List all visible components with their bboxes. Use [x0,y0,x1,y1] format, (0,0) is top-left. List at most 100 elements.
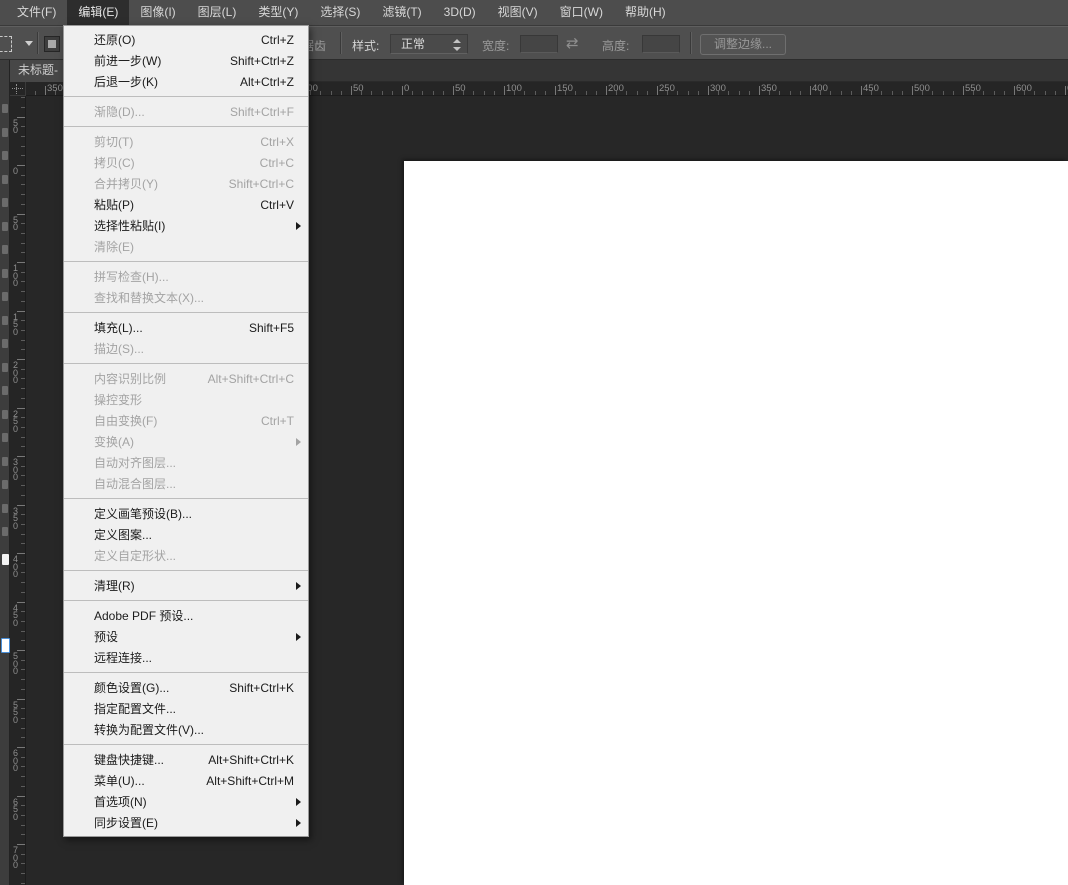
menu-item-copy-merged: 合并拷贝(Y) Shift+Ctrl+C [64,173,308,194]
tool-icon-fragment[interactable] [2,292,8,301]
ruler-tick [21,174,25,176]
ruler-tick [1014,86,1015,95]
menu-item-undo[interactable]: 还原(O) Ctrl+Z [64,29,308,50]
menubar-item-type[interactable]: 类型(Y) [247,0,309,25]
menubar-item-view[interactable]: 视图(V) [487,0,549,25]
menu-item-shortcut: Shift+Ctrl+C [228,176,294,191]
menubar-item-help[interactable]: 帮助(H) [614,0,677,25]
document-tab[interactable]: 未标题- [10,60,64,82]
tool-icon-fragment[interactable] [2,554,9,565]
style-select[interactable]: 正常 [390,34,468,54]
refine-edge-button[interactable]: 调整边缘... [700,34,786,55]
ruler-tick [616,91,618,95]
tool-icon-fragment[interactable] [2,457,8,466]
ruler-tick [21,727,25,729]
menu-item-define-brush-preset[interactable]: 定义画笔预设(B)... [64,503,308,524]
menubar-item-3d[interactable]: 3D(D) [433,0,487,25]
tool-icon-fragment[interactable] [2,151,8,160]
tool-icon-fragment[interactable] [2,410,8,419]
menu-item-assign-profile[interactable]: 指定配置文件... [64,698,308,719]
menu-item-fill[interactable]: 填充(L)... Shift+F5 [64,317,308,338]
menu-item-convert-to-profile[interactable]: 转换为配置文件(V)... [64,719,308,740]
new-selection-icon[interactable] [44,36,60,52]
style-spinner-icon[interactable] [453,38,461,52]
tool-icon-fragment[interactable] [2,269,8,278]
menu-item-label: 自由变换(F) [94,414,158,428]
menu-item-sync-settings[interactable]: 同步设置(E) [64,812,308,833]
menu-item-remote-connections[interactable]: 远程连接... [64,647,308,668]
ruler-tick [21,514,25,516]
ruler-label: 300 [13,457,19,482]
menu-item-preferences[interactable]: 首选项(N) [64,791,308,812]
ruler-tick [21,446,25,448]
ruler-tick [21,232,25,234]
options-divider [690,32,691,54]
menu-item-step-backward[interactable]: 后退一步(K) Alt+Ctrl+Z [64,71,308,92]
menubar-item-edit[interactable]: 编辑(E) [67,0,130,25]
menu-item-define-custom-shape: 定义自定形状... [64,545,308,566]
ruler-label: 400 [13,554,19,579]
vertical-ruler[interactable]: 5005010015020025030035040045050055060065… [10,96,26,885]
tool-icon-fragment[interactable] [2,504,8,513]
tool-icon-fragment[interactable] [2,527,8,536]
tool-icon-fragment[interactable] [2,386,8,395]
menu-item-label: 指定配置文件... [94,702,177,716]
tool-icon-fragment[interactable] [2,222,8,231]
tool-icon-fragment[interactable] [2,316,8,325]
tool-icon-fragment[interactable] [2,245,8,254]
menu-item-purge[interactable]: 清理(R) [64,575,308,596]
ruler-tick [21,805,25,807]
ruler-tick [810,86,811,95]
menubar-item-select[interactable]: 选择(S) [309,0,371,25]
ruler-label: 50 [13,117,19,135]
ruler-tick [21,766,25,768]
tool-icon-fragment[interactable] [2,433,8,442]
tool-icon-fragment[interactable] [2,128,8,137]
menu-item-color-settings[interactable]: 颜色设置(G)... Shift+Ctrl+K [64,677,308,698]
ruler-tick [677,91,679,95]
menu-item-label: 选择性粘贴(I) [94,219,166,233]
foreground-color-swatch-fragment[interactable] [1,638,10,653]
menu-item-step-forward[interactable]: 前进一步(W) Shift+Ctrl+Z [64,50,308,71]
ruler-tick [759,86,760,95]
menubar-item-file[interactable]: 文件(F) [6,0,67,25]
marquee-preset-icon[interactable] [0,36,12,52]
ruler-tick [45,86,46,95]
preset-dropdown-caret-icon[interactable] [25,41,33,46]
ruler-tick [728,91,730,95]
height-input[interactable] [642,35,680,53]
menubar-item-window[interactable]: 窗口(W) [549,0,614,25]
tool-icon-fragment[interactable] [2,198,8,207]
menu-item-menus[interactable]: 菜单(U)... Alt+Shift+Ctrl+M [64,770,308,791]
menu-item-paste-special[interactable]: 选择性粘贴(I) [64,215,308,236]
ruler-label: 0 [13,166,19,176]
tool-icon-fragment[interactable] [2,339,8,348]
menu-item-presets[interactable]: 预设 [64,626,308,647]
tool-icon-fragment[interactable] [2,175,8,184]
menu-item-paste[interactable]: 粘贴(P) Ctrl+V [64,194,308,215]
menubar-item-layer[interactable]: 图层(L) [187,0,248,25]
tool-icon-fragment[interactable] [2,104,8,113]
menu-item-label: Adobe PDF 预设... [94,609,194,623]
tool-icon-fragment[interactable] [2,480,8,489]
menu-separator [64,744,308,745]
menubar-item-filter[interactable]: 滤镜(T) [371,0,432,25]
menu-item-copy: 拷贝(C) Ctrl+C [64,152,308,173]
menu-item-define-pattern[interactable]: 定义图案... [64,524,308,545]
width-input[interactable] [520,35,558,53]
ruler-tick [21,194,25,196]
ruler-tick [912,86,913,95]
ruler-tick [21,873,25,875]
tool-icon-fragment[interactable] [2,363,8,372]
menu-item-adobe-pdf-presets[interactable]: Adobe PDF 预设... [64,605,308,626]
swap-width-height-icon[interactable]: ⇄ [566,36,579,52]
menu-item-fade: 渐隐(D)... Shift+Ctrl+F [64,101,308,122]
menubar-item-image[interactable]: 图像(I) [129,0,186,25]
menu-item-keyboard-shortcuts[interactable]: 键盘快捷键... Alt+Shift+Ctrl+K [64,749,308,770]
ruler-tick [708,86,709,95]
ruler-origin-corner[interactable] [10,82,26,96]
ruler-tick [21,271,25,273]
ruler-tick [952,91,954,95]
document-canvas[interactable] [404,161,1068,885]
ruler-tick [21,388,25,390]
